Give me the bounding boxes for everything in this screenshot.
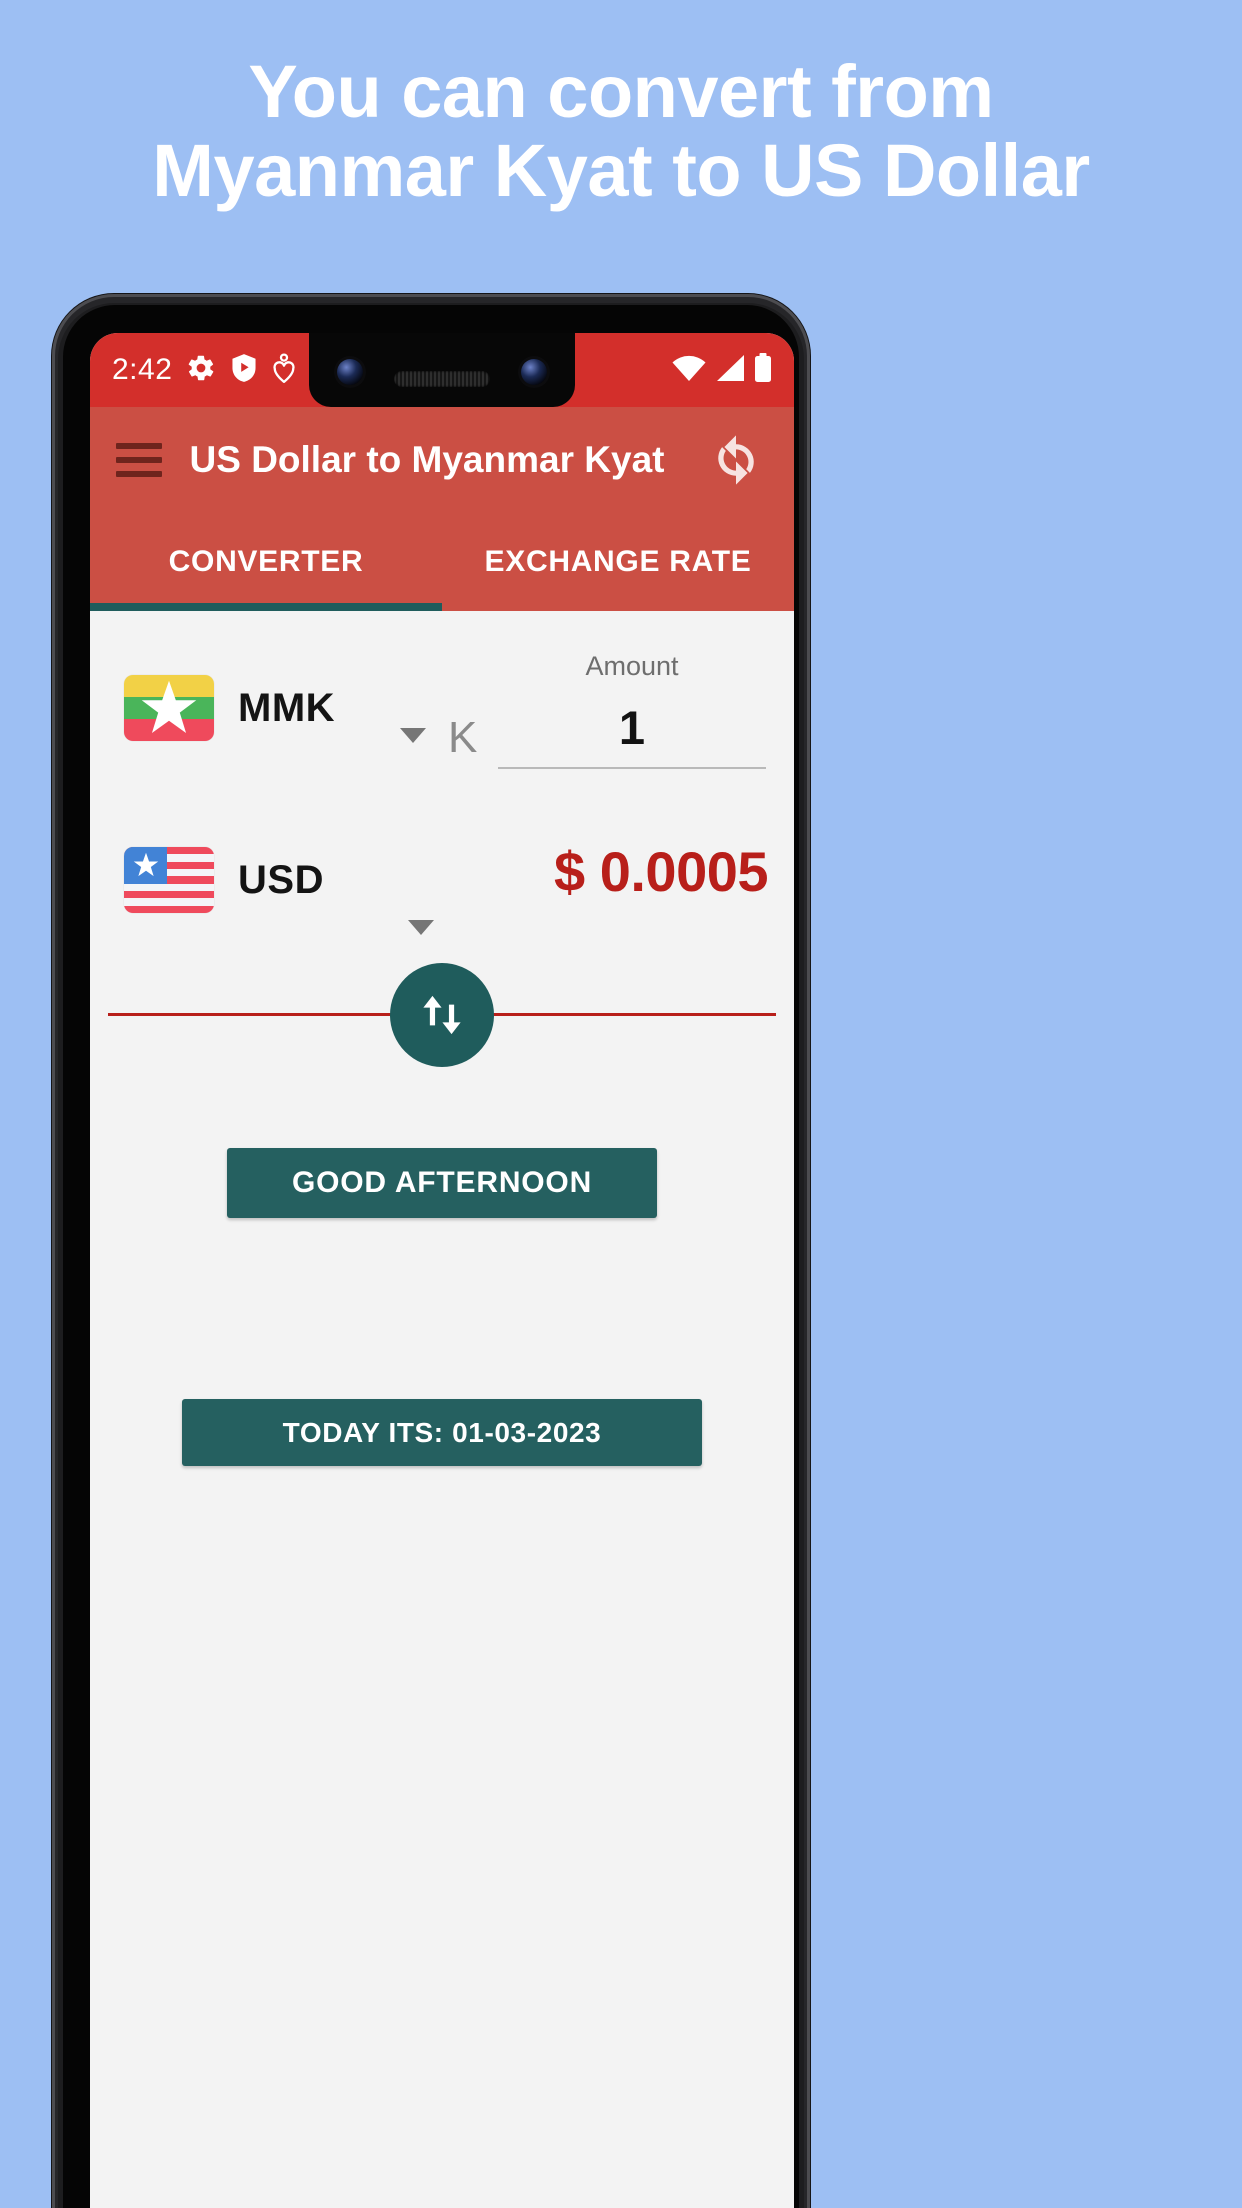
conversion-result: $ 0.0005 (554, 840, 768, 903)
promo-headline-line-2: Myanmar Kyat to US Dollar (152, 129, 1090, 213)
wifi-icon (672, 354, 706, 387)
status-time: 2:42 (112, 353, 173, 386)
refresh-icon[interactable] (700, 424, 772, 496)
shield-play-icon (230, 353, 258, 388)
flag-star-icon (141, 680, 197, 733)
from-currency-chevron-down-icon[interactable] (400, 728, 426, 743)
flag-star-icon (133, 853, 158, 877)
cell-signal-icon (715, 354, 745, 387)
amount-input[interactable]: 1 (498, 700, 766, 769)
usa-flag-icon (124, 847, 214, 913)
to-currency-chevron-down-icon[interactable] (408, 920, 434, 935)
greeting-button[interactable]: GOOD AFTERNOON (227, 1148, 657, 1218)
promo-headline-line-1: You can convert from (248, 50, 994, 133)
phone-bezel: 2:42 US Dollar to Myanmar Kyat CONVERTER… (63, 305, 799, 2208)
today-date-button[interactable]: TODAY ITS: 01-03-2023 (182, 1399, 702, 1466)
tab-bar: CONVERTER EXCHANGE RATE (90, 513, 794, 611)
swap-currencies-button[interactable] (390, 963, 494, 1067)
page-title: US Dollar to Myanmar Kyat (189, 439, 665, 480)
converter-panel: MMK K Amount 1 USD $ 0.0005 GOOD AFTERNO… (90, 611, 794, 2208)
status-bar-left: 2:42 (112, 352, 296, 388)
from-currency-symbol: K (448, 713, 478, 762)
front-camera-icon (337, 359, 363, 385)
swap-section (90, 963, 794, 1073)
front-camera-secondary-icon (521, 359, 547, 385)
tab-exchange-rate[interactable]: EXCHANGE RATE (442, 513, 794, 611)
status-bar-right (672, 352, 772, 388)
flag-stripe (124, 883, 214, 891)
swap-vertical-icon (423, 995, 461, 1035)
heart-pin-icon (272, 352, 296, 388)
tab-converter[interactable]: CONVERTER (90, 513, 442, 611)
from-currency-code: MMK (238, 685, 336, 730)
amount-label: Amount (585, 651, 679, 681)
phone-notch (309, 333, 575, 407)
to-currency-code: USD (238, 857, 324, 902)
promo-headline: You can convert from Myanmar Kyat to US … (0, 50, 1242, 213)
flag-stripe (124, 890, 214, 899)
amount-field-group: Amount 1 (498, 651, 766, 769)
phone-mockup: 2:42 US Dollar to Myanmar Kyat CONVERTER… (52, 294, 810, 2208)
battery-full-icon (754, 352, 772, 388)
flag-canton (124, 847, 168, 884)
gear-icon (186, 353, 216, 388)
flag-stripe (124, 898, 214, 906)
flag-stripe (124, 905, 214, 913)
phone-screen: 2:42 US Dollar to Myanmar Kyat CONVERTER… (90, 333, 794, 2208)
earpiece-speaker (394, 371, 490, 387)
app-bar: US Dollar to Myanmar Kyat (90, 407, 794, 513)
from-currency-row: MMK K Amount 1 (90, 633, 794, 783)
myanmar-flag-icon (124, 675, 214, 741)
